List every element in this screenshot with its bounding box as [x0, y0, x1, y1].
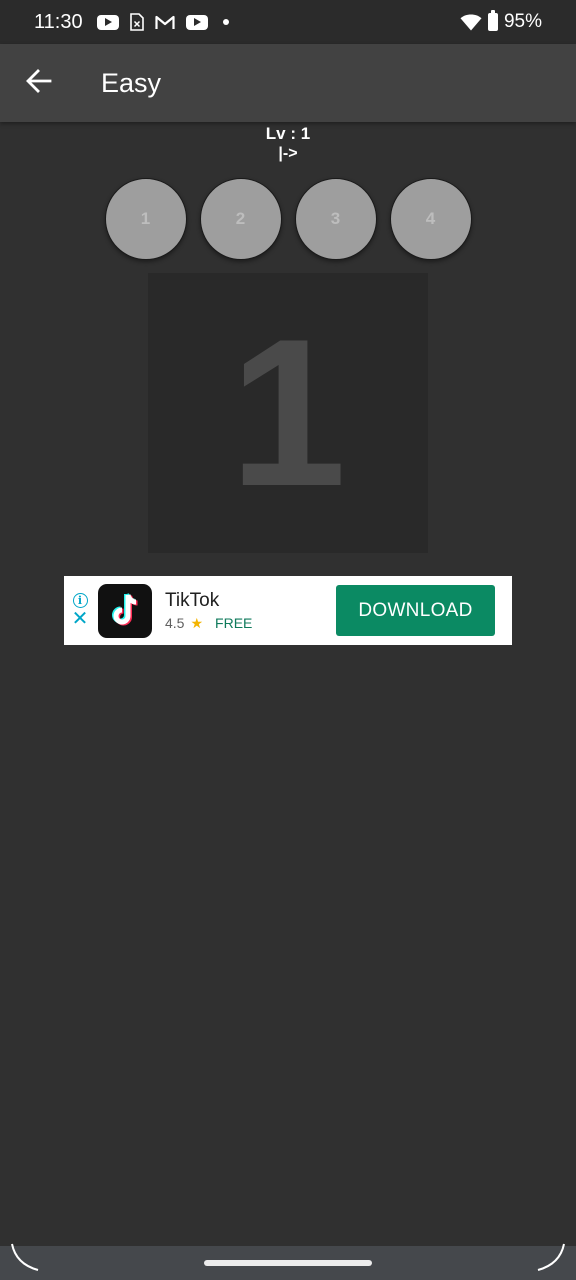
arrow-back-icon — [26, 68, 52, 98]
ad-controls: i ✕ — [64, 576, 96, 645]
youtube-icon — [96, 14, 119, 30]
notification-icons — [96, 13, 229, 31]
ad-rating: 4.5 — [165, 615, 185, 631]
system-status: 95% — [460, 10, 542, 33]
gmail-icon — [154, 15, 175, 30]
level-info: Lv : 1 |-> — [0, 124, 576, 164]
ad-meta: 4.5 ★ FREE — [165, 615, 252, 632]
ad-app-name: TikTok — [165, 589, 220, 611]
corner-left-icon — [11, 1243, 39, 1271]
status-bar: 11:30 95% — [0, 0, 576, 44]
wifi-icon — [460, 14, 482, 31]
ad-banner[interactable]: i ✕ TikTok 4.5 ★ FREE DOWNLOAD — [64, 576, 512, 645]
info-icon[interactable]: i — [72, 593, 88, 608]
level-label: Lv : 1 — [265, 124, 311, 143]
tiktok-icon[interactable] — [98, 583, 152, 638]
ad-text: TikTok 4.5 ★ FREE — [165, 590, 252, 632]
number-circles: 1 2 3 4 — [0, 178, 576, 260]
battery-icon — [487, 10, 498, 31]
circle-button-2[interactable]: 2 — [199, 178, 282, 260]
back-button[interactable] — [0, 44, 78, 122]
battery-percent: 95% — [503, 11, 542, 32]
youtube-icon — [185, 14, 208, 30]
big-number: 1 — [229, 295, 347, 530]
status-time: 11:30 — [34, 10, 83, 33]
sim-icon — [129, 13, 144, 31]
corner-right-icon — [537, 1243, 565, 1271]
circle-button-3[interactable]: 3 — [294, 178, 377, 260]
star-icon: ★ — [190, 614, 204, 631]
level-arrow: |-> — [278, 145, 298, 162]
circle-button-1[interactable]: 1 — [104, 178, 187, 260]
navigation-bar — [0, 1243, 576, 1280]
circle-button-4[interactable]: 4 — [389, 178, 472, 260]
page-title: Easy — [101, 67, 162, 98]
screen: 11:30 95% Easy Lv: 1 |-> 1 2 3 4 1 i ✕ … — [0, 0, 576, 1280]
download-button[interactable]: DOWNLOAD — [336, 585, 495, 636]
number-panel[interactable]: 1 — [148, 273, 428, 553]
home-handle[interactable] — [204, 1260, 372, 1266]
ad-price: FREE — [215, 615, 253, 631]
dot-icon — [222, 19, 229, 25]
close-icon[interactable]: ✕ — [72, 609, 89, 629]
app-bar: Easy — [0, 44, 576, 122]
